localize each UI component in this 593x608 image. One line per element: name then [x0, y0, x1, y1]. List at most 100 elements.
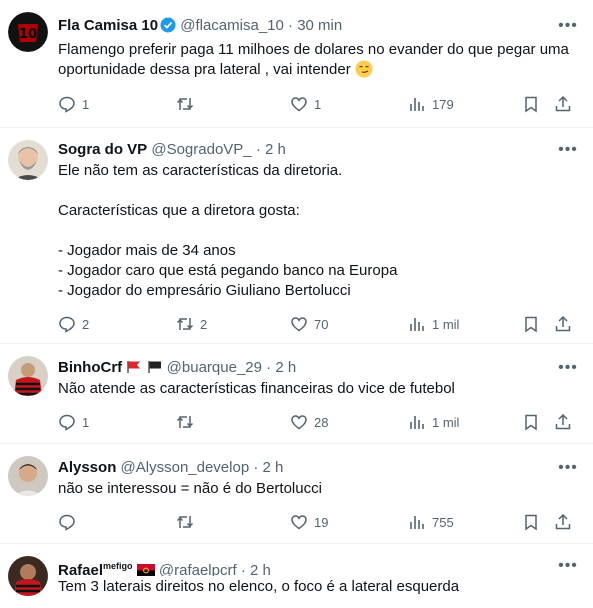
reply-icon: [59, 414, 75, 431]
bookmark-button[interactable]: [522, 314, 540, 334]
like-button[interactable]: 70: [290, 314, 328, 334]
handle[interactable]: @buarque_29: [167, 359, 262, 376]
reply-icon: [59, 96, 75, 113]
bookmark-button[interactable]: [522, 512, 540, 532]
retweet-icon: [176, 416, 194, 428]
tweet-2[interactable]: Sogra do VP @SogradoVP_ · 2 h ••• Ele nã…: [0, 128, 593, 344]
handle[interactable]: @Alysson_develop: [121, 459, 250, 476]
reply-icon: [59, 316, 75, 333]
tweet-text-content: Flamengo preferir paga 11 milhoes de dol…: [58, 41, 574, 78]
like-button[interactable]: 28: [290, 412, 328, 432]
like-count: 19: [314, 514, 329, 530]
tweet-feed: 10 Fla Camisa 10 @flacamisa_10 · 30 min …: [0, 0, 593, 608]
reply-count: 1: [82, 96, 90, 112]
handle[interactable]: @flacamisa_10: [180, 17, 284, 34]
share-button[interactable]: [554, 94, 572, 114]
display-name[interactable]: Rafael: [58, 562, 103, 576]
bookmark-button[interactable]: [522, 94, 540, 114]
more-icon[interactable]: •••: [557, 16, 579, 36]
separator: ·: [266, 359, 272, 376]
retweet-button[interactable]: [176, 94, 200, 114]
tweet-text: Não atende as características financeira…: [58, 380, 455, 397]
avatar[interactable]: [8, 356, 48, 396]
separator: ·: [255, 141, 261, 158]
timestamp[interactable]: 2 h: [263, 459, 284, 476]
display-name[interactable]: Sogra do VP: [58, 141, 147, 158]
view-count: 1 mil: [432, 414, 460, 430]
reply-button[interactable]: [58, 512, 82, 532]
separator: ·: [288, 17, 294, 34]
like-button[interactable]: 1: [290, 94, 321, 114]
handle[interactable]: @SogradoVP_: [151, 141, 251, 158]
tweet-text: Ele não tem as características da direto…: [58, 162, 398, 299]
display-name[interactable]: Alysson: [58, 459, 116, 476]
tweet-text: não se interessou = não é do Bertolucci: [58, 480, 322, 497]
smirk-emoji-icon: [355, 60, 373, 78]
bookmark-icon: [525, 96, 537, 113]
retweet-button[interactable]: [176, 412, 200, 432]
bookmark-button[interactable]: [522, 412, 540, 432]
red-flag-icon: [127, 361, 141, 373]
share-button[interactable]: [554, 314, 572, 334]
views-icon: [410, 98, 424, 111]
share-button[interactable]: [554, 412, 572, 432]
tweet-text: Tem 3 laterais direitos no elenco, o foc…: [58, 578, 460, 595]
tweet-4[interactable]: Alysson @Alysson_develop · 2 h ••• não s…: [0, 444, 593, 544]
action-bar: 2 2 70 1 mil: [58, 314, 579, 334]
retweet-button[interactable]: 2: [176, 314, 207, 334]
views-button[interactable]: 1 mil: [408, 314, 459, 334]
timestamp[interactable]: 30 min: [297, 17, 342, 34]
more-icon[interactable]: •••: [557, 358, 579, 378]
separator: ·: [253, 459, 259, 476]
like-icon: [291, 515, 307, 530]
more-icon[interactable]: •••: [557, 140, 579, 160]
separator: ·: [240, 562, 246, 576]
angola-flag-icon: [136, 564, 155, 576]
tweet-5[interactable]: Rafaelmefigo @rafaelpcrf · 2 h ••• Tem 3…: [0, 544, 593, 608]
reply-button[interactable]: 2: [58, 314, 89, 334]
like-button[interactable]: 19: [290, 512, 328, 532]
views-button[interactable]: 1 mil: [408, 412, 459, 432]
like-count: 1: [314, 96, 322, 112]
action-bar: 1 1 179: [58, 94, 579, 114]
action-bar: 19 755: [58, 512, 579, 532]
avatar[interactable]: [8, 456, 48, 496]
tweet-3[interactable]: BinhoCrf @buarque_29 · 2 h ••• Não atend…: [0, 344, 593, 444]
views-icon: [410, 516, 424, 529]
bookmark-icon: [525, 316, 537, 333]
retweet-icon: [176, 98, 194, 110]
retweet-count: 2: [200, 316, 208, 332]
reply-icon: [59, 514, 75, 531]
retweet-icon: [176, 516, 194, 528]
timestamp[interactable]: 2 h: [275, 359, 296, 376]
tweet-header: Sogra do VP @SogradoVP_ · 2 h: [58, 140, 559, 160]
avatar[interactable]: [8, 140, 48, 180]
tweet-header: Alysson @Alysson_develop · 2 h: [58, 458, 559, 478]
share-icon: [555, 95, 571, 112]
share-button[interactable]: [554, 512, 572, 532]
share-icon: [555, 315, 571, 332]
more-icon[interactable]: •••: [557, 556, 579, 576]
bookmark-icon: [525, 414, 537, 431]
like-icon: [291, 415, 307, 430]
handle[interactable]: @rafaelpcrf: [159, 562, 237, 576]
timestamp[interactable]: 2 h: [265, 141, 286, 158]
avatar[interactable]: 10: [8, 12, 48, 52]
views-button[interactable]: 179: [408, 94, 454, 114]
display-name[interactable]: BinhoCrf: [58, 359, 122, 376]
views-button[interactable]: 755: [408, 512, 454, 532]
timestamp[interactable]: 2 h: [250, 562, 271, 576]
avatar[interactable]: [8, 556, 48, 596]
reply-button[interactable]: 1: [58, 412, 89, 432]
reply-button[interactable]: 1: [58, 94, 89, 114]
tweet-1[interactable]: 10 Fla Camisa 10 @flacamisa_10 · 30 min …: [0, 0, 593, 128]
black-flag-icon: [147, 361, 161, 373]
retweet-icon: [176, 318, 194, 330]
views-icon: [410, 318, 424, 331]
name-suffix: mefigo: [103, 561, 133, 571]
display-name[interactable]: Fla Camisa 10: [58, 17, 158, 34]
reply-count: 2: [82, 316, 90, 332]
more-icon[interactable]: •••: [557, 458, 579, 478]
retweet-button[interactable]: [176, 512, 200, 532]
like-icon: [291, 317, 307, 332]
